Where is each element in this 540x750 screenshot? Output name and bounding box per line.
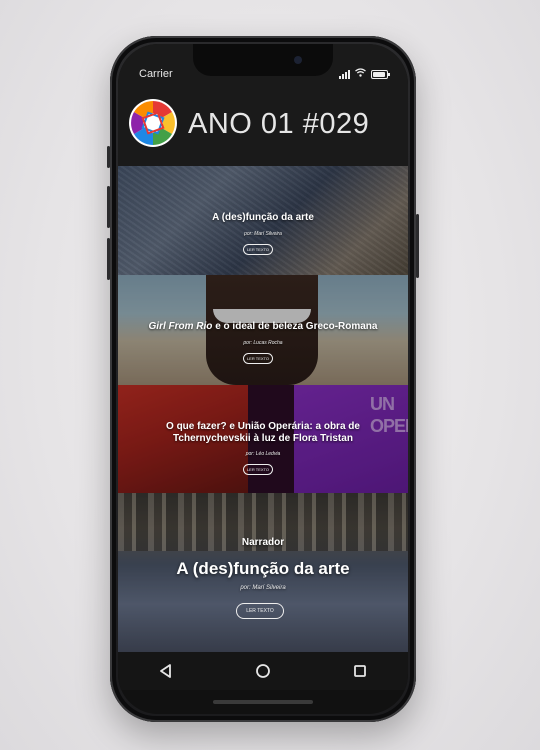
phone-screen: Carrier ANO 01 #029 A (des)função da art… <box>118 44 408 714</box>
article-title: O que fazer? e União Operária: a obra de… <box>166 421 360 444</box>
mute-switch <box>107 146 110 168</box>
home-indicator[interactable] <box>213 700 313 704</box>
recents-button[interactable] <box>340 656 380 686</box>
article-card[interactable]: UN OPERA O que fazer? e União Operária: … <box>118 385 408 493</box>
carrier-label: Carrier <box>139 68 173 80</box>
volume-up-button <box>107 186 110 228</box>
volume-down-button <box>107 238 110 280</box>
article-card[interactable]: Girl From Rio e o ideal de beleza Greco-… <box>118 275 408 385</box>
article-author: por: Lucas Rocha <box>243 340 283 346</box>
status-bar: Carrier <box>118 44 408 94</box>
battery-icon <box>371 69 390 79</box>
article-title: Girl From Rio e o ideal de beleza Greco-… <box>118 321 408 333</box>
signal-icon <box>339 69 350 79</box>
article-title-rest: e o ideal de beleza Greco-Romana <box>212 321 378 332</box>
article-author: por: Léo Ledvia <box>245 451 281 457</box>
featured-title: A (des)função da arte <box>176 559 350 578</box>
back-icon <box>160 664 172 678</box>
camera-icon <box>294 56 302 64</box>
featured-read-button[interactable]: LER TEXTO <box>236 603 284 619</box>
featured-card[interactable]: Narrador A (des)função da arte por: Marí… <box>118 493 408 652</box>
read-text-button[interactable]: LER TEXTO <box>243 353 273 364</box>
home-icon <box>256 664 270 678</box>
article-author: por: Marí Silveira <box>244 231 282 237</box>
wifi-icon <box>355 68 366 80</box>
read-text-button[interactable]: LER TEXTO <box>243 244 273 255</box>
recents-icon <box>353 665 366 677</box>
section-label: Narrador <box>241 537 285 548</box>
featured-author: por: Marí Silveira <box>240 585 286 591</box>
read-text-button[interactable]: LER TEXTO <box>243 464 273 475</box>
home-button[interactable] <box>243 656 283 686</box>
status-icons <box>339 68 390 80</box>
notch <box>193 44 333 76</box>
back-button[interactable] <box>146 656 186 686</box>
issue-title: ANO 01 #029 <box>188 108 370 140</box>
article-title-italic: Girl From Rio <box>148 321 213 332</box>
logo-icon[interactable] <box>128 98 178 148</box>
android-nav-bar <box>118 652 408 690</box>
power-button <box>416 214 419 278</box>
app-header: ANO 01 #029 <box>118 94 408 166</box>
article-title: A (des)função da arte <box>212 212 314 223</box>
article-feed[interactable]: A (des)função da arte por: Marí Silveira… <box>118 166 408 652</box>
phone-frame: Carrier ANO 01 #029 A (des)função da art… <box>107 36 419 722</box>
article-card[interactable]: A (des)função da arte por: Marí Silveira… <box>118 166 408 275</box>
